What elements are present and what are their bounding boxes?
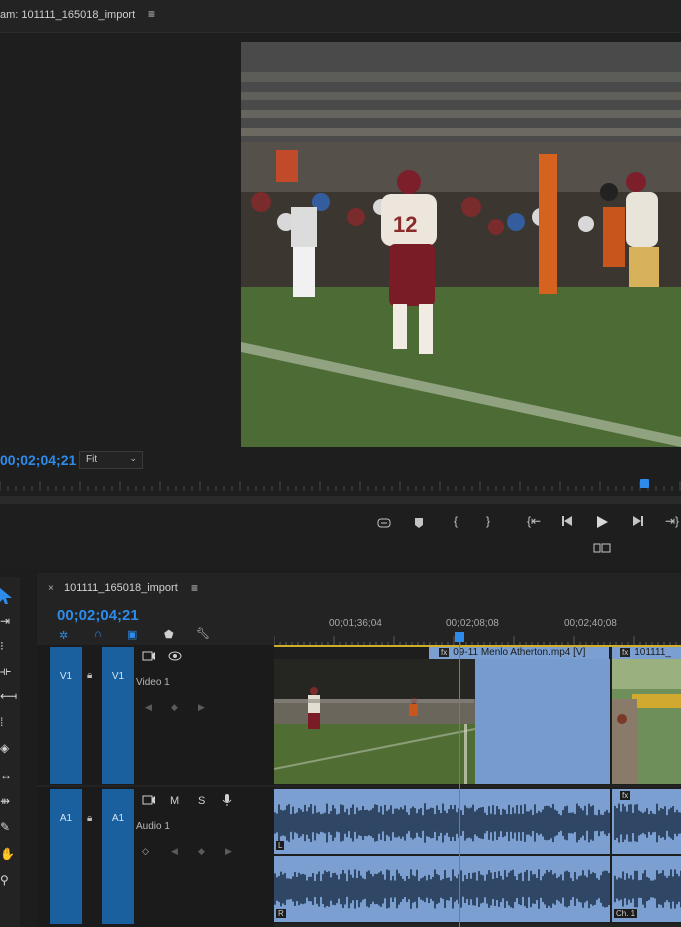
eye-icon[interactable] — [168, 651, 182, 664]
fx-badge: fx — [620, 648, 631, 657]
pen-tool-icon[interactable]: ✎ — [0, 820, 16, 838]
timeline-timecode[interactable]: 00;02;04;21 — [57, 607, 139, 624]
zoom-level-value: Fit — [86, 454, 98, 465]
prev-keyframe-icon[interactable]: ◀ — [171, 846, 178, 857]
video-clip-name: 09-11 Menlo Atherton.mp4 [V] — [453, 647, 586, 658]
prev-keyframe-icon[interactable]: ◀ — [145, 702, 152, 713]
mute-track-button[interactable]: M — [170, 795, 179, 807]
empty-clip-region[interactable] — [475, 659, 610, 784]
mark-out-icon: } — [485, 514, 490, 528]
program-monitor-title[interactable]: am: 101111_165018_import — [0, 9, 135, 21]
rolling-edit-tool-icon[interactable]: ⟛ — [0, 664, 16, 682]
a1-track-name: Audio 1 — [136, 821, 170, 832]
add-keyframe-icon[interactable]: ◆ — [198, 846, 205, 857]
insert-icon — [377, 518, 391, 528]
tools-panel: ⇥ ⁝ ⟛ ⟻ ⁞ ◈ ↔ ⇻ ✎ ✋ ⚲ — [0, 577, 20, 927]
rate-stretch-tool-icon[interactable]: ⟻ — [0, 689, 17, 707]
go-to-out-icon: ⇥} — [664, 514, 680, 528]
video-clip-thumbnail-2[interactable] — [612, 659, 681, 784]
razor-tool-icon[interactable]: ⁞ — [0, 715, 16, 733]
chevron-down-icon: ⌄ — [129, 453, 137, 463]
compare-view-icon — [593, 543, 611, 553]
v1-target-patch[interactable]: V1 — [102, 647, 134, 784]
svg-text:12: 12 — [393, 212, 417, 237]
step-forward-icon — [633, 516, 643, 526]
microphone-icon[interactable] — [222, 793, 232, 810]
step-back-icon — [562, 516, 572, 526]
solo-track-button[interactable]: S — [198, 795, 205, 807]
selection-tool-icon[interactable] — [0, 588, 16, 606]
snap-icon[interactable]: ✲ — [59, 629, 68, 642]
fx-badge: fx — [620, 791, 631, 800]
program-monitor: am: 101111_165018_import ≡ 12 00;02;04;2… — [0, 0, 681, 570]
add-keyframe-icon[interactable]: ◆ — [171, 702, 178, 713]
football-scene-image: 12 — [241, 42, 681, 447]
channel-label: Ch. 1 — [614, 909, 638, 918]
train-thumbnail-image — [612, 659, 681, 784]
sequence-tab[interactable]: 101111_165018_import — [64, 582, 178, 594]
wrench-icon[interactable]: 🔧︎ — [196, 627, 210, 640]
v1-track-name: Video 1 — [136, 677, 170, 688]
channel-left-label: L — [276, 841, 285, 850]
marker-icon — [415, 518, 423, 528]
ruler-label: 00;02;40;08 — [564, 618, 617, 629]
zoom-scroll-bar[interactable] — [0, 496, 681, 504]
v1-source-patch[interactable]: V1 — [50, 647, 82, 784]
audio-waveform[interactable] — [274, 787, 681, 924]
zoom-tool-icon[interactable]: ⚲ — [0, 873, 16, 891]
a1-source-patch[interactable]: A1 — [50, 789, 82, 924]
go-to-in-icon: {⇤ — [526, 514, 542, 528]
go-to-out-button[interactable]: ⇥} — [661, 514, 681, 528]
go-to-in-button[interactable]: {⇤ — [523, 514, 545, 528]
program-time-ruler[interactable] — [0, 477, 681, 493]
panel-menu-icon[interactable]: ≡ — [191, 581, 198, 595]
play-icon — [597, 516, 608, 528]
panel-menu-icon[interactable]: ≡ — [148, 7, 155, 21]
video-clip-name-2: 101111_ — [634, 647, 671, 658]
mark-in-icon: { — [453, 514, 458, 528]
keyframe-menu-icon[interactable]: ◇ — [142, 846, 149, 857]
play-button[interactable] — [592, 515, 612, 532]
v1-lock-icon[interactable]: 🔒︎ — [87, 670, 92, 681]
football-thumbnail-image — [274, 659, 475, 784]
channel-right-label: R — [276, 909, 286, 918]
close-tab-icon[interactable]: × — [48, 583, 54, 594]
step-back-button[interactable] — [558, 515, 578, 530]
ripple-edit-tool-icon[interactable]: ⁝ — [0, 639, 16, 657]
ruler-label: 00;01;36;04 — [329, 618, 382, 629]
insert-marker-button[interactable] — [374, 516, 394, 533]
step-forward-button[interactable] — [627, 515, 647, 530]
next-keyframe-icon[interactable]: ▶ — [198, 702, 205, 713]
mark-in-button[interactable]: { — [446, 514, 466, 528]
a1-lock-icon[interactable]: 🔒︎ — [87, 813, 92, 824]
next-keyframe-icon[interactable]: ▶ — [225, 846, 232, 857]
add-marker-icon[interactable]: ⬟ — [164, 628, 174, 641]
fx-badge: fx — [439, 648, 450, 657]
video-clip-label[interactable]: fx 09-11 Menlo Atherton.mp4 [V] — [429, 647, 609, 659]
video-clip-label-2[interactable]: fx 101111_ — [612, 647, 681, 659]
video-clip-thumbnail[interactable] — [274, 659, 475, 784]
track-select-tool-icon[interactable]: ⇥ — [0, 614, 16, 632]
toggle-sync-lock-icon[interactable] — [142, 650, 156, 665]
program-video-frame: 12 — [241, 42, 681, 447]
add-edit-icon[interactable]: ▣ — [127, 628, 137, 641]
a1-target-patch[interactable]: A1 — [102, 789, 134, 924]
mark-out-button[interactable]: } — [478, 514, 498, 528]
toggle-sync-lock-icon[interactable] — [142, 794, 156, 809]
ruler-label: 00;02;08;08 — [446, 618, 499, 629]
timeline-playhead[interactable] — [459, 640, 460, 927]
slide-tool-icon[interactable]: ⇻ — [0, 794, 16, 812]
compare-view-button[interactable] — [592, 542, 612, 557]
program-playhead[interactable] — [640, 479, 649, 488]
add-marker-button[interactable] — [409, 516, 429, 533]
razor-blade-icon[interactable]: ◈ — [0, 741, 16, 759]
hand-tool-icon[interactable]: ✋ — [0, 847, 16, 865]
slip-tool-icon[interactable]: ↔ — [0, 768, 16, 786]
zoom-level-select[interactable]: Fit ⌄ — [79, 451, 143, 469]
linked-selection-icon[interactable]: ∩ — [94, 628, 102, 640]
program-timecode[interactable]: 00;02;04;21 — [0, 452, 76, 468]
